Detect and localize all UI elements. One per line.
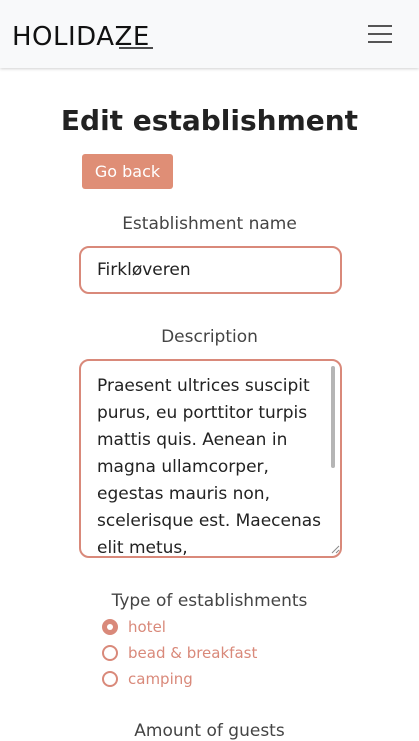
radio-checked-icon[interactable] [102, 619, 118, 635]
amount-of-guests-label: Amount of guests [134, 721, 285, 741]
radio-option-bead-breakfast[interactable]: bead & breakfast [102, 643, 257, 663]
radio-option-hotel[interactable]: hotel [102, 617, 166, 637]
radio-label-hotel: hotel [128, 618, 166, 636]
navbar: HOLIDAZE [0, 0, 419, 68]
description-textarea[interactable]: Praesent ultrices suscipit purus, eu por… [79, 359, 342, 558]
resize-handle-icon[interactable] [331, 545, 340, 554]
hamburger-menu-icon[interactable] [362, 19, 398, 49]
radio-unchecked-icon[interactable] [102, 671, 118, 687]
go-back-button[interactable]: Go back [82, 154, 173, 189]
establishment-name-label: Establishment name [122, 214, 297, 234]
brand-logo-text: HOLIDAZE [12, 22, 153, 52]
brand-logo[interactable]: HOLIDAZE [12, 19, 157, 52]
page-title: Edit establishment [60, 104, 359, 137]
establishment-name-input[interactable]: Firkløveren [79, 246, 342, 294]
description-label: Description [161, 327, 258, 347]
radio-unchecked-icon[interactable] [102, 645, 118, 661]
radio-option-camping[interactable]: camping [102, 669, 193, 689]
svg-text:HOLIDAZE: HOLIDAZE [12, 22, 150, 51]
radio-label-camping: camping [128, 670, 193, 688]
type-of-establishments-label: Type of establishments [111, 591, 308, 611]
description-scrollbar[interactable] [331, 366, 335, 468]
radio-label-bead-breakfast: bead & breakfast [128, 644, 258, 662]
